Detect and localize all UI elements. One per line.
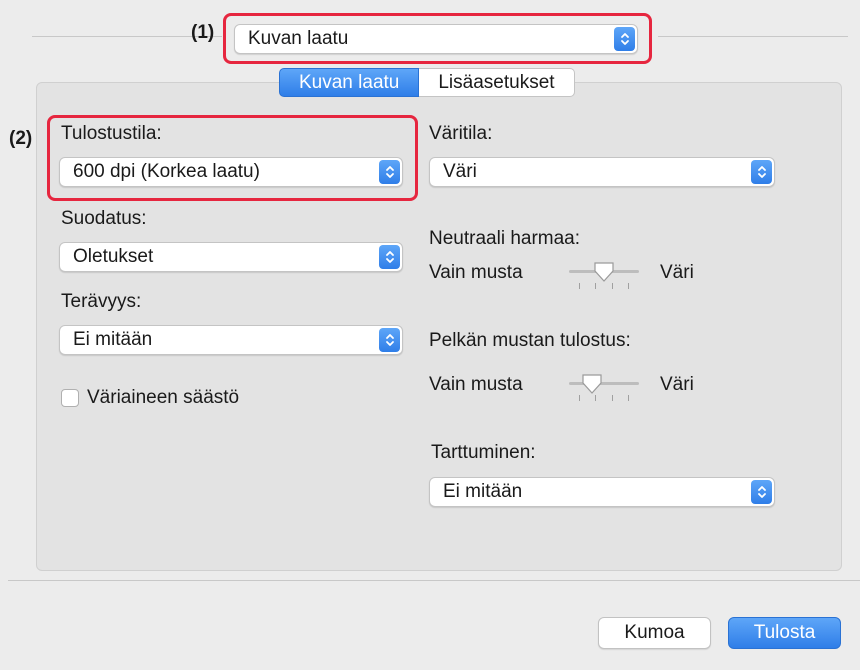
slider-knob[interactable]: [581, 373, 603, 395]
divider-right: [658, 36, 848, 37]
sharpness-label: Terävyys:: [61, 291, 142, 312]
filter-select[interactable]: Oletukset: [59, 242, 403, 272]
chevron-updown-icon: [379, 328, 400, 352]
tab-image-quality[interactable]: Kuvan laatu: [279, 68, 420, 97]
slider-tick: [595, 283, 596, 289]
slider-track: [569, 382, 639, 385]
color-mode-label: Väritila:: [429, 123, 493, 144]
tab-advanced[interactable]: Lisäasetukset: [419, 68, 575, 97]
annotation-marker-2: (2): [9, 128, 33, 149]
slider-tick: [595, 395, 596, 401]
toner-save-label: Väriaineen säästö: [87, 387, 240, 408]
sharpness-select[interactable]: Ei mitään: [59, 325, 403, 355]
pure-black-label: Pelkän mustan tulostus:: [429, 330, 631, 351]
footer-divider: [8, 580, 860, 581]
toner-save-checkbox[interactable]: [61, 389, 79, 407]
trapping-label: Tarttuminen:: [431, 442, 536, 463]
color-mode-select[interactable]: Väri: [429, 157, 775, 187]
annotation-marker-1: (1): [191, 22, 215, 43]
chevron-updown-icon: [614, 27, 635, 51]
slider-tick: [579, 395, 580, 401]
chevron-updown-icon: [379, 160, 400, 184]
slider-tick: [612, 395, 613, 401]
neutral-gray-max-label: Väri: [660, 262, 694, 283]
neutral-gray-slider[interactable]: [569, 261, 639, 290]
filter-value: Oletukset: [73, 246, 154, 267]
print-button[interactable]: Tulosta: [728, 617, 841, 649]
print-dialog: (1) Kuvan laatu Kuvan laatu Lisäasetukse…: [0, 0, 860, 670]
neutral-gray-min-label: Vain musta: [429, 262, 523, 283]
color-mode-value: Väri: [443, 161, 477, 182]
panel-menu-select[interactable]: Kuvan laatu: [234, 24, 638, 54]
panel-menu-value: Kuvan laatu: [248, 28, 349, 49]
pure-black-slider[interactable]: [569, 373, 639, 402]
slider-tick: [579, 283, 580, 289]
pure-black-min-label: Vain musta: [429, 374, 523, 395]
sharpness-value: Ei mitään: [73, 329, 153, 350]
chevron-updown-icon: [379, 245, 400, 269]
filter-label: Suodatus:: [61, 208, 147, 229]
slider-tick: [628, 283, 629, 289]
slider-knob[interactable]: [593, 261, 615, 283]
slider-tick: [628, 395, 629, 401]
trapping-value: Ei mitään: [443, 481, 523, 502]
chevron-updown-icon: [751, 160, 772, 184]
chevron-updown-icon: [751, 480, 772, 504]
print-mode-select[interactable]: 600 dpi (Korkea laatu): [59, 157, 403, 187]
tab-bar: Kuvan laatu Lisäasetukset: [279, 68, 575, 97]
print-mode-value: 600 dpi (Korkea laatu): [73, 161, 260, 182]
neutral-gray-label: Neutraali harmaa:: [429, 228, 581, 249]
trapping-select[interactable]: Ei mitään: [429, 477, 775, 507]
pure-black-max-label: Väri: [660, 374, 694, 395]
print-mode-label: Tulostustila:: [61, 123, 162, 144]
slider-tick: [612, 283, 613, 289]
cancel-button[interactable]: Kumoa: [598, 617, 711, 649]
